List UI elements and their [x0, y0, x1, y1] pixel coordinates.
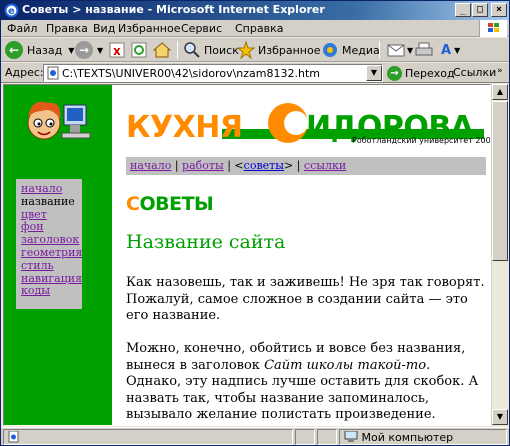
media-label: Медиа: [342, 43, 380, 57]
status-cell: [295, 429, 315, 445]
logo-subtitle: Роботландский университет 2000: [352, 136, 491, 145]
go-label: Переход: [405, 66, 455, 80]
zone-label: Мой компьютер: [361, 431, 454, 444]
crumb-separator: > |: [283, 159, 304, 172]
browser-window: e Советы > название - Microsoft Internet…: [0, 0, 510, 446]
minimize-button[interactable]: _: [455, 3, 471, 17]
crumb-separator: | <: [223, 159, 244, 172]
edit-dropdown-icon[interactable]: ▼: [454, 46, 460, 55]
print-button[interactable]: [415, 40, 433, 60]
site-sidebar: начало название цвет фон заголовок геоме…: [4, 85, 112, 425]
mail-icon: [387, 44, 405, 57]
nav-current-name: название: [21, 194, 75, 208]
toolbar-separator: [379, 41, 380, 59]
breadcrumb: начало | работы | <советы> | ссылки: [126, 157, 486, 175]
menu-view[interactable]: Вид: [93, 22, 115, 35]
printer-icon: [415, 42, 433, 56]
nav-link-start[interactable]: начало: [21, 182, 77, 196]
menu-bar: Файл Правка Вид Избранное Сервис Справка: [1, 20, 509, 37]
address-value: C:\TEXTS\UNIVER00\42\sidorov\nzam8132.ht…: [62, 67, 320, 80]
menu-favorites[interactable]: Избранное: [118, 22, 180, 35]
address-dropdown-icon[interactable]: ▼: [366, 65, 382, 81]
mail-dropdown-icon[interactable]: ▼: [407, 46, 413, 55]
paragraph-2: Можно, конечно, обойтись и вовсе без наз…: [126, 341, 488, 424]
favorites-button[interactable]: Избранное: [237, 40, 320, 60]
paragraph-1: Как назовешь, так и заживешь! Не зря так…: [126, 275, 485, 323]
refresh-icon: [131, 42, 147, 58]
mascot-image: [27, 101, 91, 140]
scroll-down-icon[interactable]: ▼: [492, 409, 508, 425]
home-button[interactable]: [153, 40, 171, 60]
paragraph-2-emphasis: Сайт школы такой-то: [264, 357, 427, 373]
forward-button[interactable]: → ▼: [75, 40, 103, 60]
go-button[interactable]: → Переход: [387, 63, 455, 83]
links-label[interactable]: Ссылки: [453, 66, 496, 79]
back-dropdown-icon[interactable]: ▼: [68, 46, 74, 55]
menu-tools[interactable]: Сервис: [181, 22, 222, 35]
address-bar: Адрес: C:\TEXTS\UNIVER00\42\sidorov\nzam…: [1, 63, 509, 83]
windows-logo-icon: [479, 20, 507, 37]
status-bar: Мой компьютер: [1, 427, 509, 445]
edit-icon: A: [441, 42, 452, 58]
stop-button[interactable]: x: [109, 40, 125, 60]
address-input[interactable]: C:\TEXTS\UNIVER00\42\sidorov\nzam8132.ht…: [43, 64, 383, 82]
vertical-scrollbar[interactable]: ▲ ▼: [491, 84, 508, 426]
links-chevron-icon[interactable]: »: [497, 66, 503, 76]
back-arrow-icon: ←: [5, 41, 23, 59]
menu-help[interactable]: Справка: [235, 22, 283, 35]
forward-arrow-icon: →: [75, 41, 93, 59]
address-label: Адрес:: [5, 66, 44, 79]
favorites-label: Избранное: [258, 43, 321, 57]
go-arrow-icon: →: [387, 65, 402, 81]
star-icon: [237, 41, 255, 59]
mail-button[interactable]: ▼: [387, 40, 413, 60]
page-status-icon: [8, 430, 19, 443]
forward-dropdown-icon[interactable]: ▼: [97, 46, 103, 55]
close-button[interactable]: ×: [491, 3, 507, 17]
standard-toolbar: ← Назад ▼ → ▼ x Поиск Избранное Медиа ▼ …: [1, 38, 509, 62]
section-title-initial: С: [126, 193, 140, 215]
edit-button[interactable]: A ▼: [441, 40, 460, 60]
scroll-up-icon[interactable]: ▲: [492, 84, 508, 100]
crumb-links[interactable]: ссылки: [304, 159, 346, 172]
window-title: Советы > название - Microsoft Internet E…: [22, 3, 325, 16]
maximize-button[interactable]: □: [472, 3, 488, 17]
refresh-button[interactable]: [131, 40, 147, 60]
search-icon: [184, 42, 200, 58]
nav-link-style[interactable]: стиль: [21, 259, 77, 273]
scroll-thumb[interactable]: [492, 101, 508, 261]
title-bar[interactable]: e Советы > название - Microsoft Internet…: [1, 1, 509, 20]
crumb-works[interactable]: работы: [182, 159, 224, 172]
toolbar-separator: [177, 41, 178, 59]
nav-link-codes[interactable]: коды: [21, 285, 77, 298]
search-button[interactable]: Поиск: [183, 40, 239, 60]
computer-icon: [344, 430, 358, 442]
back-button[interactable]: ← Назад ▼: [5, 40, 74, 60]
svg-text:x: x: [113, 44, 121, 58]
menu-edit[interactable]: Правка: [46, 22, 88, 35]
page-heading: Название сайта: [126, 231, 286, 253]
menu-file[interactable]: Файл: [7, 22, 37, 35]
back-label: Назад: [27, 43, 63, 57]
status-cell: [317, 429, 337, 445]
media-icon: [323, 43, 337, 57]
site-nav: начало название цвет фон заголовок геоме…: [16, 179, 82, 309]
svg-text:e: e: [8, 6, 15, 17]
security-zone: Мой компьютер: [339, 429, 507, 445]
status-text: [3, 429, 293, 445]
ie-icon: e: [4, 3, 19, 18]
search-label: Поиск: [204, 43, 239, 57]
crumb-advice[interactable]: советы: [244, 159, 284, 172]
crumb-separator: |: [171, 159, 183, 172]
nav-link-geometry[interactable]: геометрия: [21, 246, 82, 260]
svg-text:КУХНЯ: КУХНЯ: [126, 110, 243, 145]
section-title: СОВЕТЫ: [126, 193, 214, 215]
section-title-rest: ОВЕТЫ: [139, 193, 214, 215]
crumb-home[interactable]: начало: [130, 159, 171, 172]
stop-icon: x: [109, 42, 125, 58]
page-icon: [47, 66, 59, 80]
home-icon: [153, 42, 171, 58]
media-button[interactable]: Медиа: [321, 40, 380, 60]
page-viewport: начало название цвет фон заголовок геоме…: [3, 84, 491, 426]
